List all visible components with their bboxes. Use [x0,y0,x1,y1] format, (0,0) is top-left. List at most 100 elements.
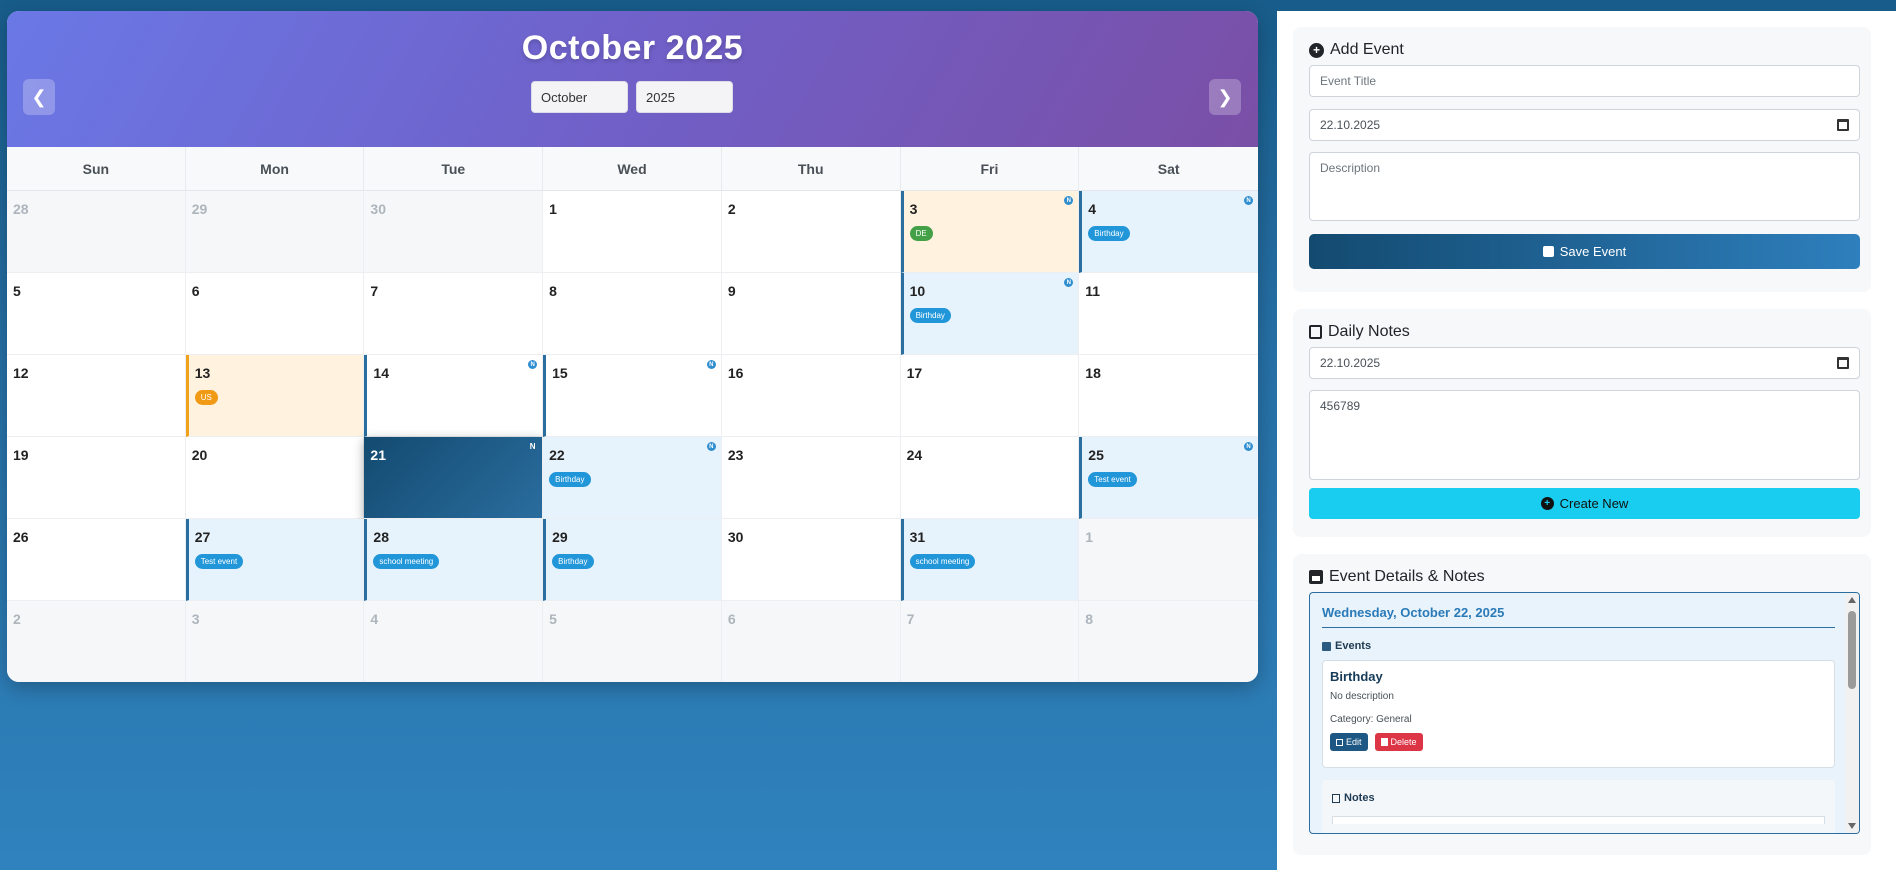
day-cell[interactable]: 4 Birthday N [1079,191,1258,273]
day-number: 6 [727,611,736,627]
day-cell[interactable]: 7 [364,273,544,355]
day-cell[interactable]: 18 [1079,355,1258,437]
day-cell[interactable]: 28 school meeting [364,519,544,601]
day-number: 22 [549,447,565,463]
day-cell[interactable]: 30 [364,191,544,273]
day-cell[interactable]: 30 [721,519,901,601]
holiday-badge[interactable]: DE [909,226,933,241]
day-cell[interactable]: 24 [900,437,1080,519]
day-number: 18 [1085,365,1101,381]
day-cell[interactable]: 2 [7,601,186,682]
day-cell[interactable]: 11 [1079,273,1258,355]
note-indicator-icon: N [1243,196,1253,205]
day-cell[interactable]: 26 [7,519,186,601]
day-cell[interactable]: 14 N [364,355,544,437]
day-cell[interactable]: 5 [543,601,722,682]
notes-textarea[interactable]: 456789 [1309,390,1860,480]
day-cell[interactable]: 28 [7,191,186,273]
day-number: 28 [13,201,29,217]
notes-date-value: 22.10.2025 [1320,356,1381,370]
scrollbar-thumb[interactable] [1848,611,1856,689]
day-cell[interactable]: 15 N [543,355,722,437]
save-event-button[interactable]: Save Event [1309,234,1860,269]
day-number: 12 [13,365,29,381]
day-number: 11 [1085,283,1101,299]
holiday-badge[interactable]: US [194,390,218,405]
event-badge[interactable]: Birthday [1088,226,1130,241]
event-badge[interactable]: school meeting [373,554,440,569]
notes-date-input[interactable]: 22.10.2025 [1309,347,1860,379]
day-cell[interactable]: 31 school meeting [900,519,1080,601]
day-number: 7 [906,611,915,627]
day-cell[interactable]: 1 [543,191,722,273]
scroll-down-arrow-icon[interactable] [1848,823,1856,829]
day-cell[interactable]: 9 [721,273,901,355]
next-month-button[interactable]: ❯ [1209,79,1241,115]
edit-event-button[interactable]: Edit [1330,733,1368,751]
scroll-up-arrow-icon[interactable] [1848,597,1856,603]
day-cell[interactable]: 6 [721,601,901,682]
day-number: 9 [727,283,736,299]
notes-label: Notes [1344,792,1375,804]
add-event-panel: + Add Event Event Title 22.10.2025 Descr… [1293,27,1871,292]
event-details-box[interactable]: Wednesday, October 22, 2025 Events Birth… [1309,592,1860,834]
event-title-input[interactable]: Event Title [1309,65,1860,97]
day-cell-today[interactable]: 21 N [364,437,544,519]
day-cell[interactable]: 20 [185,437,365,519]
day-cell[interactable]: 2 [721,191,901,273]
day-cell[interactable]: 4 [364,601,544,682]
day-number: 29 [552,529,568,545]
sidebar: + Add Event Event Title 22.10.2025 Descr… [1277,11,1896,870]
day-cell[interactable]: 16 [721,355,901,437]
save-icon [1542,246,1554,257]
year-select[interactable]: 2025 [636,81,733,113]
event-card: Birthday No description Category: Genera… [1322,660,1835,768]
edit-label: Edit [1346,737,1362,747]
day-cell[interactable]: 22 Birthday N [543,437,722,519]
event-badge[interactable]: Birthday [552,554,594,569]
previous-month-button[interactable]: ❮ [23,79,55,115]
day-cell[interactable]: 17 [900,355,1080,437]
calendar-picker-icon[interactable] [1837,357,1849,369]
event-details-title: Event Details & Notes [1329,568,1485,585]
event-description-input[interactable]: Description [1309,152,1860,221]
day-cell[interactable]: 10 Birthday N [900,273,1080,355]
day-number: 3 [191,611,200,627]
day-cell[interactable]: 29 Birthday [543,519,722,601]
day-number: 10 [909,283,926,299]
note-icon [1332,793,1340,803]
note-indicator-icon: N [1243,442,1253,451]
event-badge[interactable]: Birthday [549,472,591,487]
day-cell[interactable]: 23 [721,437,901,519]
month-select[interactable]: October [531,81,628,113]
day-cell[interactable]: 5 [7,273,186,355]
day-cell[interactable]: 3 [185,601,365,682]
calendar-picker-icon[interactable] [1837,119,1849,131]
delete-event-button[interactable]: Delete [1374,733,1423,751]
day-cell[interactable]: 25 Test event N [1079,437,1258,519]
day-cell[interactable]: 8 [543,273,722,355]
edit-icon [1336,738,1343,746]
event-date-input[interactable]: 22.10.2025 [1309,109,1860,141]
day-cell[interactable]: 1 [1079,519,1258,601]
day-number: 13 [194,365,211,381]
event-badge[interactable]: school meeting [909,554,976,569]
event-badge[interactable]: Birthday [909,308,951,323]
day-cell[interactable]: 29 [185,191,365,273]
event-badge[interactable]: Test event [1088,472,1137,487]
day-cell[interactable]: 8 [1079,601,1258,682]
day-number: 26 [13,529,29,545]
day-cell[interactable]: 3 DE N [900,191,1080,273]
event-badge[interactable]: Test event [194,554,244,569]
day-cell[interactable]: 7 [900,601,1080,682]
day-number: 8 [1085,611,1094,627]
day-cell[interactable]: 27 Test event [185,519,365,601]
event-card-category: Category: General [1330,714,1412,725]
details-scrollbar[interactable] [1845,593,1859,833]
weekday-label: Sun [7,147,186,190]
create-new-button[interactable]: + Create New [1309,488,1860,519]
day-cell[interactable]: 13 US [185,355,365,437]
day-cell[interactable]: 19 [7,437,186,519]
day-cell[interactable]: 6 [185,273,365,355]
day-cell[interactable]: 12 [7,355,186,437]
